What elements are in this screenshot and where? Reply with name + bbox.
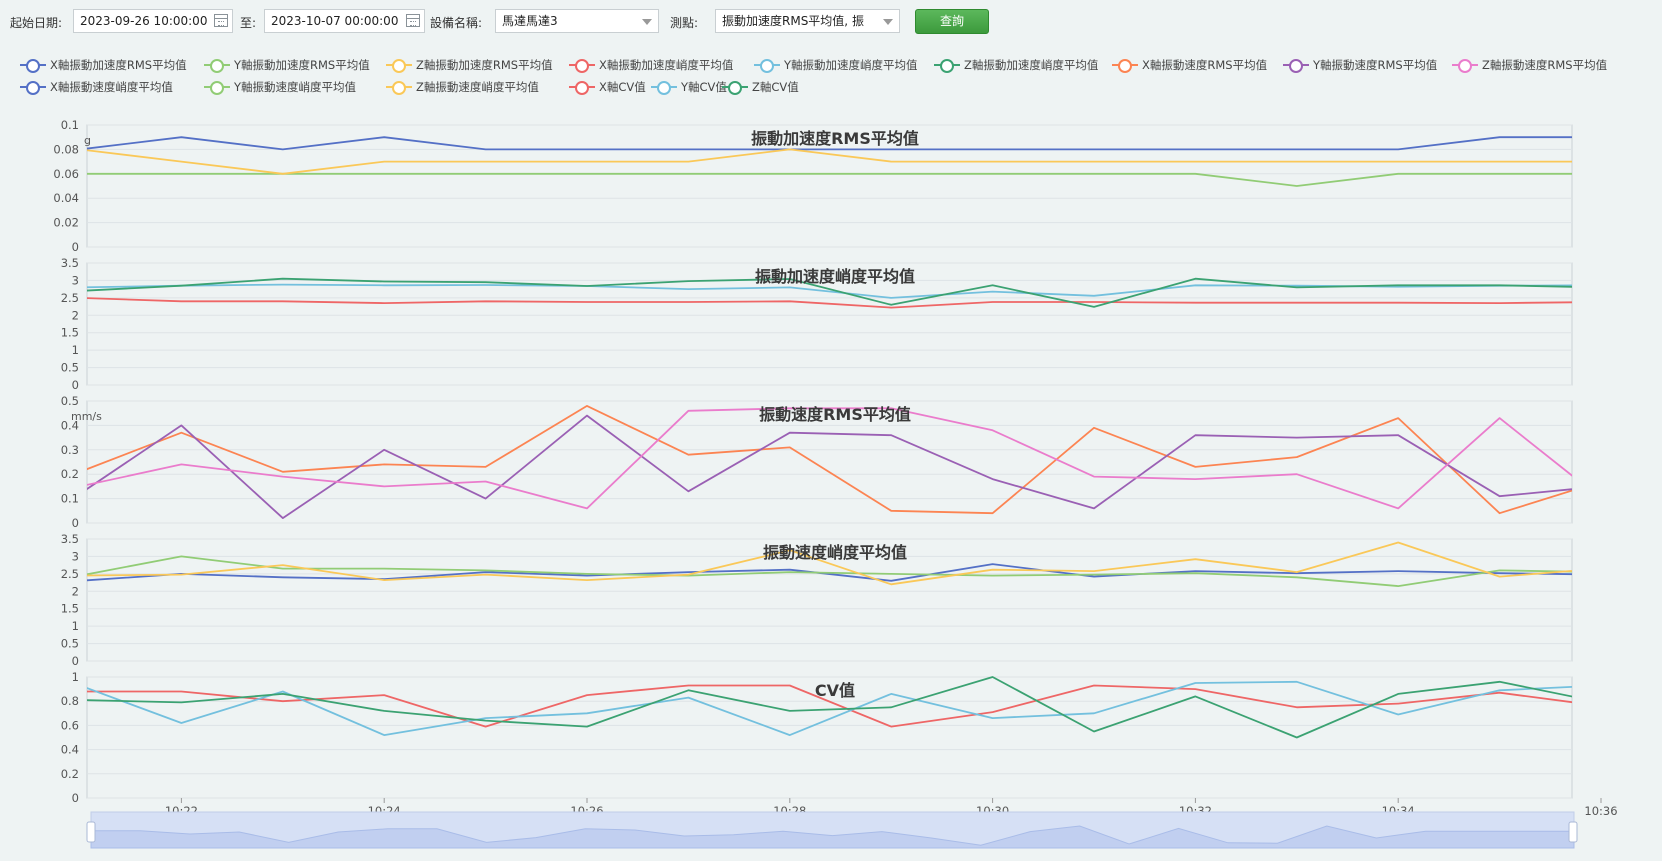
y-tick-label: 3 [72, 273, 79, 287]
y-tick-label: 3 [72, 549, 79, 563]
y-tick-label: 0.6 [61, 718, 79, 732]
y-tick-label: 0.1 [61, 492, 79, 506]
chart-panel: 00.20.40.60.81CV值10:22 10:24 10:26 10:28 10:… [61, 670, 1618, 818]
chart-panel: 0 0.02 0.04 0.06 0.08 0.1 g 振動加速度RMS平均值 [53, 118, 1573, 254]
y-axis-label: g [84, 134, 91, 147]
chart-panel: 00.10.20.30.40.5mm/s 振動速度RMS平均值 [61, 394, 1573, 530]
chart-panel: 0 0.5 1 1.5 2 2.5 3 3.5 振動速度峭度平均值 [61, 532, 1573, 668]
chart-title: CV值 [815, 681, 855, 700]
y-tick-label: 0.04 [53, 191, 79, 205]
y-tick-label: 1 [72, 670, 79, 684]
y-tick-label: 0 [72, 378, 79, 392]
y-tick-label: 0.2 [61, 767, 79, 781]
y-tick-label: 2 [72, 308, 79, 322]
x-tick-label: 10:36 [1584, 804, 1617, 818]
y-tick-label: 0 [72, 240, 79, 254]
y-tick-label: 1 [72, 343, 79, 357]
y-tick-label: 2.5 [61, 567, 79, 581]
chart-title: 振動加速度RMS平均值 [751, 129, 919, 148]
y-tick-label: 0.3 [61, 443, 79, 457]
y-axis-label: mm/s [71, 410, 102, 423]
y-tick-label: 3.5 [61, 256, 79, 270]
y-tick-label: 1 [72, 619, 79, 633]
y-tick-label: 0.5 [61, 394, 79, 408]
y-tick-label: 0 [72, 516, 79, 530]
y-tick-label: 2 [72, 584, 79, 598]
y-tick-label: 1.5 [61, 326, 79, 340]
y-tick-label: 3.5 [61, 532, 79, 546]
y-tick-label: 0.2 [61, 467, 79, 481]
chart-panel: 0 0.5 1 1.5 2 2.5 3 3.5 振動加速度峭度平均值 [61, 256, 1573, 392]
y-tick-label: 0.06 [53, 167, 79, 181]
y-tick-label: 0.1 [61, 118, 79, 132]
y-tick-label: 0.5 [61, 637, 79, 651]
y-tick-label: 0.08 [53, 142, 79, 156]
y-tick-label: 0.8 [61, 694, 79, 708]
chart-title: 振動速度峭度平均值 [763, 543, 907, 562]
y-tick-label: 0.5 [61, 361, 79, 375]
slider-handle-left[interactable] [86, 821, 96, 843]
data-zoom-slider [86, 811, 1578, 849]
y-tick-label: 0 [72, 791, 79, 805]
chart-title: 振動速度RMS平均值 [759, 405, 911, 424]
y-tick-label: 0.4 [61, 743, 79, 757]
y-tick-label: 0 [72, 654, 79, 668]
y-tick-label: 2.5 [61, 291, 79, 305]
y-tick-label: 1.5 [61, 602, 79, 616]
chart-title: 振動加速度峭度平均值 [755, 267, 915, 286]
y-tick-label: 0.02 [53, 216, 79, 230]
slider-handle-right[interactable] [1568, 821, 1578, 843]
trend-charts: 0 0.02 0.04 0.06 0.08 0.1 g 振動加速度RMS平均值 0 0.5 1 1.5… [53, 118, 1618, 849]
